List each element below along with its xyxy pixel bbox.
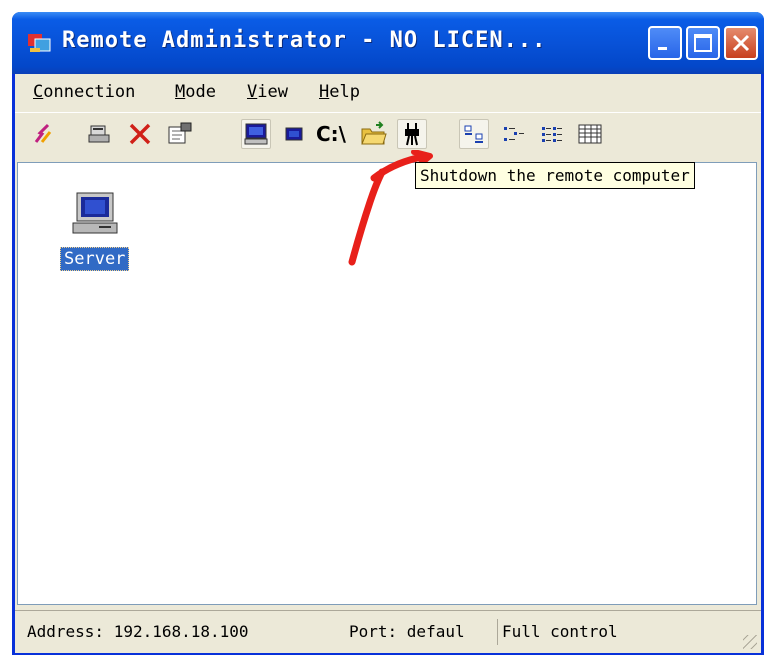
minimize-button[interactable] xyxy=(648,26,682,60)
file-transfer-icon xyxy=(361,121,387,145)
status-address: Address: 192.168.18.100 xyxy=(27,622,249,641)
menu-mode[interactable]: Mode xyxy=(175,82,216,102)
app-icon[interactable] xyxy=(26,30,52,56)
full-control-icon xyxy=(244,123,268,145)
minimize-icon xyxy=(658,47,667,50)
properties-button[interactable] xyxy=(165,119,195,149)
shutdown-button[interactable] xyxy=(397,119,427,149)
large-icons-icon xyxy=(464,125,483,143)
small-icons-button[interactable] xyxy=(499,119,529,149)
window-title: Remote Administrator - NO LICEN... xyxy=(62,28,547,53)
close-button[interactable] xyxy=(724,26,758,60)
small-icons-icon xyxy=(504,127,524,141)
shutdown-tooltip: Shutdown the remote computer xyxy=(415,162,695,189)
status-mode: Full control xyxy=(497,619,618,645)
menu-connection[interactable]: Connection xyxy=(33,82,135,102)
shutdown-icon xyxy=(405,123,419,146)
scan-button[interactable] xyxy=(85,119,115,149)
title-bar[interactable]: Remote Administrator - NO LICEN... xyxy=(12,12,764,74)
delete-button[interactable] xyxy=(125,119,155,149)
view-only-icon xyxy=(285,127,303,141)
main-window: Remote Administrator - NO LICEN... Conne… xyxy=(12,12,764,655)
menu-bar: Connection Mode View Help xyxy=(15,74,761,110)
menu-view[interactable]: View xyxy=(247,82,288,102)
telnet-button[interactable]: C:\ xyxy=(313,119,349,149)
list-item-label: Server xyxy=(60,247,130,271)
details-button[interactable] xyxy=(575,119,605,149)
delete-icon xyxy=(129,123,151,145)
computer-icon xyxy=(72,192,118,234)
list-item[interactable]: Server xyxy=(60,191,130,271)
details-icon xyxy=(578,124,602,144)
status-port: Port: defaul xyxy=(349,622,465,641)
full-control-button[interactable] xyxy=(241,119,271,149)
connect-icon xyxy=(34,123,52,143)
large-icons-button[interactable] xyxy=(459,119,489,149)
view-only-button[interactable] xyxy=(279,119,309,149)
resize-grip[interactable] xyxy=(743,635,757,649)
maximize-button[interactable] xyxy=(686,26,720,60)
maximize-icon xyxy=(694,34,712,52)
scanner-icon xyxy=(88,125,110,143)
file-transfer-button[interactable] xyxy=(359,119,389,149)
list-icon xyxy=(542,127,562,142)
properties-icon xyxy=(168,122,192,144)
list-button[interactable] xyxy=(537,119,567,149)
connect-button[interactable] xyxy=(29,119,59,149)
close-icon xyxy=(732,34,750,52)
status-bar: Address: 192.168.18.100 Port: defaul Ful… xyxy=(15,610,761,653)
menu-help[interactable]: Help xyxy=(319,82,360,102)
